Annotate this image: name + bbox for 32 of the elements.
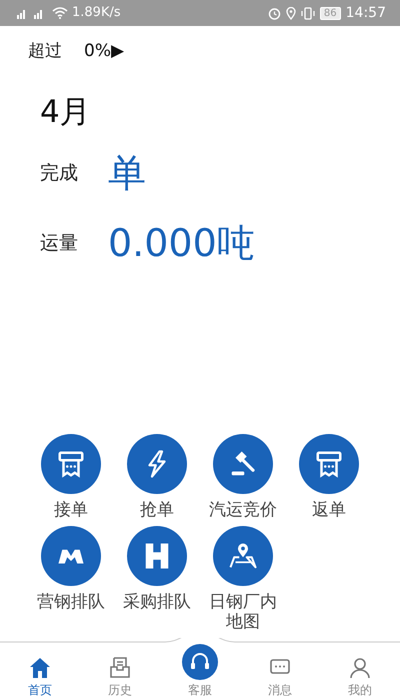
wifi-icon [52,7,68,19]
network-speed: 1.89K/s [72,4,121,22]
vibrate-icon [300,6,315,20]
home-icon [28,656,52,680]
action-label[interactable]: 抢单 [119,500,195,520]
nav-tab[interactable]: 我的 [320,644,400,700]
person-icon [348,656,372,680]
action-label[interactable]: 采购排队 [119,592,195,612]
clock: 14:57 [346,4,386,22]
action-label[interactable]: 返单 [291,500,367,520]
exceed-value: 0%▶ [84,40,124,64]
battery-indicator: 86 [320,6,341,20]
action-label[interactable]: 营钢排队 [33,592,109,612]
exceed-label: 超过 [28,40,62,64]
completed-value: 单 [108,150,146,197]
nav-tab[interactable]: 历史 [80,644,160,700]
action-label[interactable]: 汽运竞价 [205,500,281,520]
volume-label: 运量 [40,230,79,256]
completed-label: 完成 [40,160,79,186]
document-tray-icon [108,656,132,680]
alarm-icon [268,6,281,20]
map-pin-icon [228,541,258,571]
volume-value: 0.000吨 [108,220,255,267]
action-label[interactable]: 接单 [33,500,109,520]
ticket-icon [314,449,344,479]
nav-tab[interactable]: 客服 [160,644,240,700]
location-icon [286,6,296,20]
month-title: 4月 [40,93,92,132]
ticket-icon [56,449,86,479]
action-label[interactable]: 日钢厂内地图 [205,592,281,632]
nav-tab[interactable]: 首页 [0,644,80,700]
nav-tab[interactable]: 消息 [240,644,320,700]
